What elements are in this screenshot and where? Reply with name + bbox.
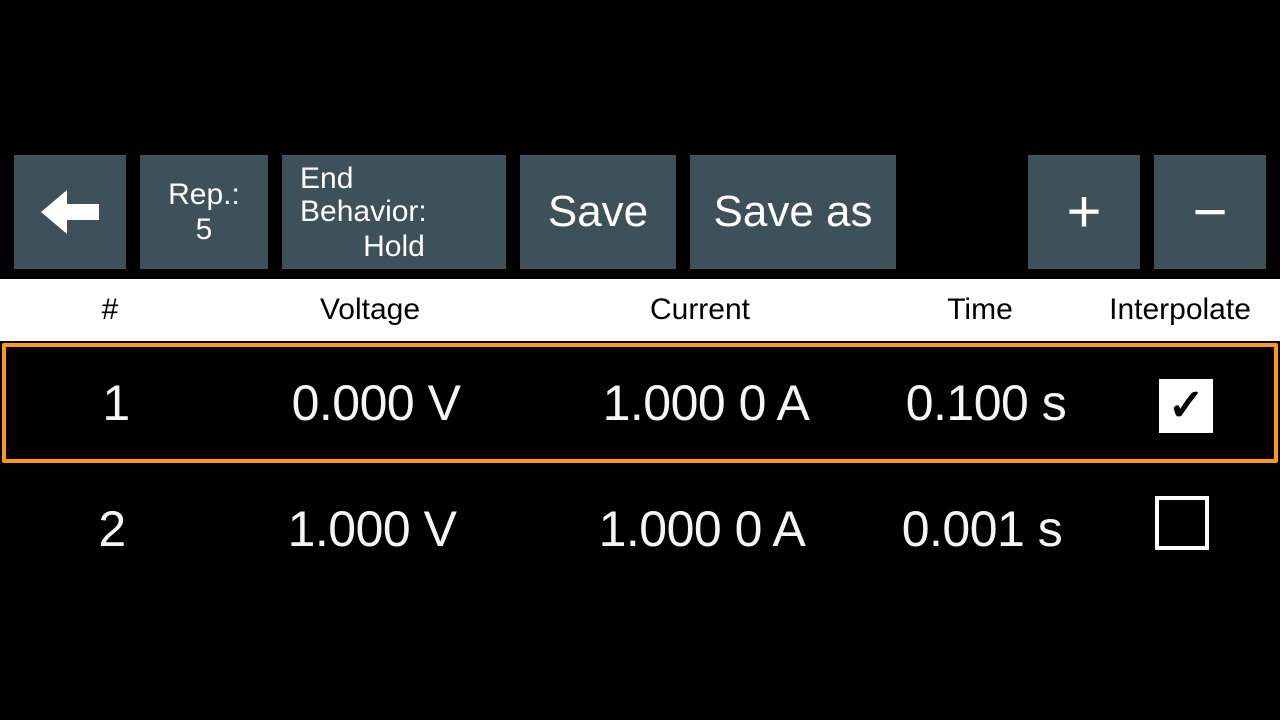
rep-value: 5 — [196, 213, 213, 246]
cell-current[interactable]: 1.000 0 A — [526, 374, 886, 432]
cell-interpolate: ✓ — [1086, 374, 1280, 433]
end-behavior-button[interactable]: End Behavior: Hold — [282, 155, 506, 269]
header-interpolate: Interpolate — [1080, 293, 1280, 327]
end-behavior-label: End Behavior: — [300, 162, 488, 228]
interpolate-checkbox[interactable]: ✓ — [1159, 379, 1213, 433]
remove-row-button[interactable]: − — [1154, 155, 1266, 269]
arrow-left-icon — [41, 202, 99, 222]
save-as-button[interactable]: Save as — [690, 155, 896, 269]
header-voltage: Voltage — [220, 293, 520, 327]
add-row-button[interactable]: + — [1028, 155, 1140, 269]
cell-current[interactable]: 1.000 0 A — [522, 500, 882, 558]
save-button[interactable]: Save — [520, 155, 676, 269]
save-label: Save — [548, 188, 648, 236]
cell-index: 1 — [6, 374, 226, 432]
end-behavior-value: Hold — [363, 230, 425, 263]
check-icon: ✓ — [1168, 384, 1204, 428]
cell-time[interactable]: 0.100 s — [886, 374, 1086, 432]
cell-index: 2 — [2, 500, 222, 558]
save-as-label: Save as — [714, 188, 873, 236]
cell-interpolate — [1082, 496, 1280, 562]
repetitions-button[interactable]: Rep.: 5 — [140, 155, 268, 269]
header-current: Current — [520, 293, 880, 327]
back-button[interactable] — [14, 155, 126, 269]
minus-icon: − — [1192, 179, 1227, 245]
cell-voltage[interactable]: 1.000 V — [222, 500, 522, 558]
table-headers: # Voltage Current Time Interpolate — [0, 279, 1280, 341]
table-row[interactable]: 2 1.000 V 1.000 0 A 0.001 s — [2, 469, 1278, 589]
cell-voltage[interactable]: 0.000 V — [226, 374, 526, 432]
plus-icon: + — [1066, 179, 1101, 245]
table-row[interactable]: 1 0.000 V 1.000 0 A 0.100 s ✓ — [2, 343, 1278, 463]
header-index: # — [0, 293, 220, 327]
header-time: Time — [880, 293, 1080, 327]
interpolate-checkbox[interactable] — [1155, 496, 1209, 550]
rep-label: Rep.: — [168, 178, 240, 211]
toolbar: Rep.: 5 End Behavior: Hold Save Save as … — [0, 155, 1280, 279]
cell-time[interactable]: 0.001 s — [882, 500, 1082, 558]
table-body: 1 0.000 V 1.000 0 A 0.100 s ✓ 2 1.000 V … — [0, 341, 1280, 591]
